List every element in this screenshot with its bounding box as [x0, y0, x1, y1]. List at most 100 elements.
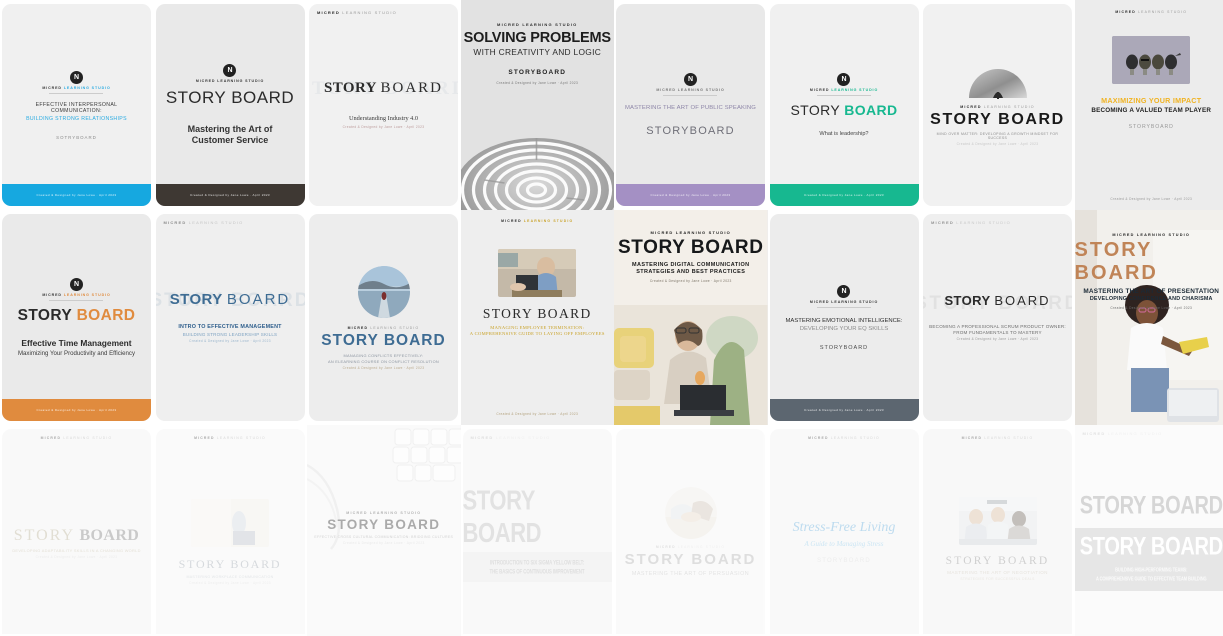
card-heading: STORY BOARD — [178, 556, 282, 571]
gallery-cell: N MICRED LEARNING STUDIO STORY BOARD Mas… — [154, 0, 308, 210]
card-subtitle-line2: A COMPREHENSIVE GUIDE TO EFFECTIVE TEAM … — [1095, 575, 1207, 582]
card-subtitle-line2: FROM FUNDAMENTALS TO MASTERY — [953, 330, 1042, 336]
card-subtitle-line2: A COMPREHENSIVE GUIDE TO LAYING OFF EMPL… — [469, 331, 605, 336]
brand-logo: N MICRED LEARNING STUDIO — [809, 284, 879, 308]
logo-mark-icon: N — [69, 70, 83, 84]
card-title: MAXIMIZING YOUR IMPACT — [1101, 96, 1202, 105]
card-effective-interpersonal-communication[interactable]: N MICRED LEARNING STUDIO EFFECTIVE INTER… — [2, 4, 151, 206]
card-effective-cross-cultural-communication[interactable]: MICRED LEARNING STUDIO STORY BOARD EFFEC… — [307, 425, 461, 636]
card-subtitle-line2: DEVELOPING CONFIDENCE AND CHARISMA — [1089, 296, 1213, 302]
card-footer-text: Created & Designed by Jane Lowe · April … — [956, 141, 1039, 146]
card-heading: STORY BOARD — [624, 550, 757, 568]
card-heading: STORY BOARD — [327, 517, 441, 532]
card-mastering-art-of-persuasion[interactable]: MICRED LEARNING STUDIO STORY BOARD MASTE… — [616, 429, 765, 634]
card-subtitle-line1: MASTERING THE ART OF PRESENTATION — [1083, 288, 1220, 295]
card-heading: STORY BOARD — [17, 306, 136, 324]
card-footer-text: Created & Designed by Jane Lowe · April … — [1110, 197, 1193, 201]
gallery-cell: N MICRED LEARNING STUDIO STORY BOARD Eff… — [0, 210, 154, 425]
card-eyebrow: MICRED LEARNING STUDIO — [808, 436, 880, 440]
card-label: STORYBOARD — [817, 557, 871, 564]
logo-wordmark: MICRED LEARNING STUDIO — [42, 85, 111, 90]
brand-logo: MICRED LEARNING STUDIO — [470, 435, 551, 440]
card-intro-to-effective-management[interactable]: MICRED LEARNING STUDIO STORY BOARD STORY… — [155, 214, 305, 421]
card-managing-conflicts-effectively[interactable]: MICRED LEARNING STUDIO STORY BOARD MANAG… — [309, 214, 458, 421]
card-subtitle: MIND OVER MATTER: DEVELOPING A GROWTH MI… — [936, 131, 1059, 140]
card-footer-text: Created & Designed by Jane Lowe · April … — [36, 193, 117, 197]
card-intro-to-six-sigma-yellow-belt[interactable]: MICRED LEARNING STUDIO STORY BOARD INTRO… — [462, 429, 612, 634]
logo-mark-icon: N — [837, 284, 851, 298]
card-mastering-emotional-intelligence[interactable]: N MICRED LEARNING STUDIO MASTERING EMOTI… — [769, 214, 919, 421]
gallery-cell: MICRED LEARNING STUDIO STORY BOARD STORY… — [921, 210, 1075, 425]
card-eyebrow: MICRED LEARNING STUDIO — [650, 230, 731, 235]
card-subtitle-line1: Mastering the Art of — [187, 123, 273, 134]
card-mastering-art-of-public-speaking[interactable]: N MICRED LEARNING STUDIO MASTERING THE A… — [616, 4, 765, 206]
gallery-cell: N MICRED LEARNING STUDIO STORY BOARD Wha… — [768, 0, 922, 210]
card-eyebrow: MICRED LEARNING STUDIO — [961, 436, 1034, 440]
card-footer-text: Created & Designed by Jane Lowe · April … — [35, 554, 118, 559]
card-heading: STORY BOARD — [1074, 239, 1158, 284]
card-mastering-art-of-negotiation[interactable]: MICRED LEARNING STUDIO STORY BOARD MASTE… — [923, 429, 1072, 634]
card-label: STORYBOARD — [508, 69, 567, 76]
card-footer-text: Created & Designed by Jane Lowe · April … — [804, 193, 884, 197]
card-subtitle: BUILDING STRONG LEADERSHIP SKILLS — [182, 331, 278, 337]
brand-logo: N MICRED LEARNING STUDIO — [810, 73, 878, 97]
card-eyebrow: MICRED LEARNING STUDIO — [1112, 233, 1191, 237]
card-title: MASTERING THE ART OF PUBLIC SPEAKING — [624, 105, 757, 111]
card-mastering-customer-service[interactable]: N MICRED LEARNING STUDIO STORY BOARD Mas… — [155, 4, 305, 206]
gallery-cell: MICRED LEARNING STUDIO STORY BOARD INTRO… — [461, 425, 615, 636]
card-effective-time-management[interactable]: N MICRED LEARNING STUDIO STORY BOARD Eff… — [2, 214, 151, 421]
card-subtitle-line1: MANAGING EMPLOYEE TERMINATION: — [490, 325, 585, 330]
card-storyboard-faded-photo[interactable]: MICRED LEARNING STUDIO STORY BOARD MASTE… — [155, 429, 305, 634]
gallery-cell: N MICRED LEARNING STUDIO MASTERING EMOTI… — [768, 210, 922, 425]
card-footer-text: Created & Designed by Jane Lowe · April … — [650, 193, 731, 197]
logo-mark-icon: N — [69, 277, 83, 291]
handshake-circle-photo — [664, 486, 717, 539]
brand-logo: MICRED LEARNING STUDIO — [163, 220, 244, 225]
card-subtitle: EFFECTIVE CROSS CULTURAL COMMUNICATION: … — [314, 535, 454, 539]
card-mastering-digital-communication[interactable]: MICRED LEARNING STUDIO STORY BOARD MASTE… — [614, 210, 768, 425]
card-stress-free-living[interactable]: MICRED LEARNING STUDIO Stress-Free Livin… — [769, 429, 919, 634]
card-footer-text: Created & Designed by Jane Lowe · April … — [649, 279, 732, 283]
card-becoming-professional-scrum-product-owner[interactable]: MICRED LEARNING STUDIO STORY BOARD STORY… — [923, 214, 1072, 421]
card-footer-text: Created & Designed by Jane Lowe · April … — [342, 125, 425, 130]
gallery-cell: MICRED LEARNING STUDIO Stress-Free Livin… — [768, 425, 922, 636]
logo-wordmark: MICRED LEARNING STUDIO — [809, 299, 879, 304]
card-understanding-industry-40[interactable]: MICRED LEARNING STUDIO STORY BOARD STORY… — [309, 4, 458, 206]
card-solving-problems[interactable]: MICRED LEARNING STUDIO SOLVING PROBLEMS … — [460, 0, 614, 210]
gallery-cell: MICRED LEARNING STUDIO MAXIMIZING YOUR I… — [1074, 0, 1223, 210]
dome-illustration-icon — [968, 68, 1027, 99]
card-heading: STORY BOARD — [482, 306, 592, 321]
card-mind-over-matter[interactable]: MICRED LEARNING STUDIO STORY BOARD MIND … — [923, 4, 1072, 206]
card-heading: STORY BOARD — [945, 554, 1050, 567]
card-subtitle-line1: INTRODUCTION TO SIX SIGMA YELLOW BELT: — [489, 559, 585, 566]
card-subtitle: WITH CREATIVITY AND LOGIC — [473, 47, 602, 57]
card-footer-text: Created & Designed by Jane Lowe · April … — [36, 408, 117, 412]
card-managing-employee-termination[interactable]: MICRED LEARNING STUDIO STORY BOARD MANAG… — [460, 210, 614, 425]
gallery-cell: MICRED LEARNING STUDIO STORY BOARD MANAG… — [460, 210, 614, 425]
card-footer-text: Created & Designed by Jane Lowe · April … — [1110, 306, 1193, 310]
card-heading-band: STORY BOARD BUILDING HIGH-PERFORMING TEA… — [1074, 528, 1223, 591]
card-footer-text: Created & Designed by Jane Lowe · April … — [496, 412, 579, 416]
card-mastering-art-of-presentation[interactable]: MICRED LEARNING STUDIO STORY BOARD MASTE… — [1074, 210, 1223, 425]
card-footer-text: Created & Designed by Jane Lowe · April … — [342, 541, 425, 545]
gallery-cell: MICRED LEARNING STUDIO STORY BOARD MASTE… — [921, 425, 1075, 636]
card-footer-bar: Created & Designed by Jane Lowe · April … — [769, 399, 919, 421]
card-developing-adaptability-skills[interactable]: MICRED LEARNING STUDIO STORY BOARD DEVEL… — [2, 429, 151, 634]
logo-divider — [816, 95, 871, 97]
card-maximizing-your-impact[interactable]: MICRED LEARNING STUDIO MAXIMIZING YOUR I… — [1074, 0, 1223, 210]
card-heading: STORY BOARD — [169, 291, 291, 309]
logo-mark-icon: N — [223, 63, 237, 77]
card-building-high-performing-teams[interactable]: MICRED LEARNING STUDIO STORY BOARD STORY… — [1074, 425, 1223, 636]
brand-logo: N MICRED LEARNING STUDIO — [196, 63, 264, 83]
gallery-cell: MICRED LEARNING STUDIO STORY BOARD MASTE… — [614, 210, 768, 425]
card-subtitle: MASTERING THE ART OF PERSUASION — [631, 570, 750, 577]
brand-logo: N MICRED LEARNING STUDIO — [656, 73, 724, 96]
card-subtitle-line2: Customer Service — [191, 134, 269, 145]
gallery-cell: MICRED LEARNING STUDIO STORY BOARD MASTE… — [154, 425, 308, 636]
card-subtitle-line2: AN ELEARNING COURSE ON CONFLICT RESOLUTI… — [328, 358, 439, 364]
brand-logo: N MICRED LEARNING STUDIO — [42, 277, 110, 301]
team-characters-photo — [1112, 36, 1191, 84]
card-what-is-leadership[interactable]: N MICRED LEARNING STUDIO STORY BOARD Wha… — [769, 4, 919, 206]
card-subtitle-line1: BUILDING HIGH-PERFORMING TEAMS: — [1115, 566, 1188, 573]
gallery-cell: MICRED LEARNING STUDIO STORY BOARD DEVEL… — [0, 425, 154, 636]
